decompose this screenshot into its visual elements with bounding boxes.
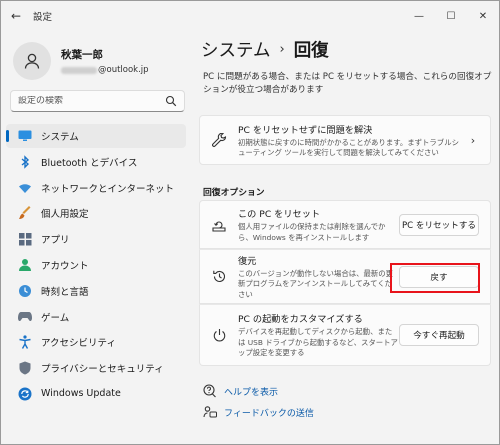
card-title: 復元 xyxy=(238,255,257,267)
back-button[interactable]: ← xyxy=(1,1,31,31)
sidebar-item-label: アプリ xyxy=(41,235,70,247)
sidebar-item-windows-update[interactable]: Windows Update xyxy=(6,382,186,406)
restore-icon xyxy=(210,268,228,286)
sidebar-item-bluetooth[interactable]: Bluetooth とデバイス xyxy=(6,150,186,174)
send-feedback-link[interactable]: フィードバックの送信 xyxy=(203,405,314,419)
minimize-button[interactable]: — xyxy=(403,1,435,31)
card-description: 個人用ファイルの保持または削除を選んでから、Windows を再インストールしま… xyxy=(238,222,386,242)
card-title: PC をリセットせずに問題を解決 xyxy=(238,124,373,136)
app-title: 設定 xyxy=(33,12,53,23)
card-description: 初期状態に戻すのに時間がかかることがあります。まずトラブルシューティング ツール… xyxy=(238,137,459,158)
reset-pc-button[interactable]: PC をリセットする xyxy=(399,213,479,236)
profile[interactable]: 秋葉一郎 @outlook.jp xyxy=(13,39,188,83)
time-language-icon xyxy=(18,284,32,298)
sidebar-item-time-language[interactable]: 時刻と言語 xyxy=(6,279,186,303)
restart-now-button[interactable]: 今すぐ再起動 xyxy=(399,324,479,346)
reset-pc-card: この PC をリセット 個人用ファイルの保持または削除を選んでから、Window… xyxy=(199,200,491,249)
system-icon xyxy=(18,129,32,143)
sidebar-item-label: アクセシビリティ xyxy=(41,338,116,350)
avatar xyxy=(13,42,51,80)
shield-icon xyxy=(18,361,32,375)
close-button[interactable]: ✕ xyxy=(467,1,499,31)
sidebar-item-label: アカウント xyxy=(41,260,89,272)
update-icon xyxy=(18,387,32,401)
back-arrow-icon: ← xyxy=(10,9,22,23)
email-domain: @outlook.jp xyxy=(98,65,149,75)
section-heading: 回復オプション xyxy=(203,188,265,198)
sidebar-item-label: ネットワークとインターネット xyxy=(41,183,175,195)
sidebar-item-network[interactable]: ネットワークとインターネット xyxy=(6,176,186,200)
sidebar-item-personalization[interactable]: 個人用設定 xyxy=(6,201,186,225)
account-icon xyxy=(18,258,32,272)
title-bar: ← 設定 — ☐ ✕ xyxy=(1,1,499,31)
maximize-button[interactable]: ☐ xyxy=(435,1,467,31)
breadcrumb-parent[interactable]: システム xyxy=(201,37,270,62)
sidebar-item-accessibility[interactable]: アクセシビリティ xyxy=(6,330,186,354)
user-icon xyxy=(24,53,40,69)
profile-name: 秋葉一郎 xyxy=(61,49,103,61)
breadcrumb-separator: › xyxy=(279,42,285,57)
sidebar-item-accounts[interactable]: アカウント xyxy=(6,253,186,277)
search-box[interactable] xyxy=(10,90,185,112)
sidebar-item-gaming[interactable]: ゲーム xyxy=(6,305,186,329)
troubleshoot-card[interactable]: PC をリセットせずに問題を解決 初期状態に戻すのに時間がかかることがあります。… xyxy=(199,115,491,165)
sidebar-item-label: ゲーム xyxy=(41,312,70,324)
breadcrumb: システム › 回復 xyxy=(201,37,329,62)
sidebar-nav: システム Bluetooth とデバイス ネットワークとインターネット 個人用設… xyxy=(6,124,186,408)
chevron-right-icon: › xyxy=(470,133,476,147)
brush-icon xyxy=(18,206,32,220)
sidebar-item-label: 時刻と言語 xyxy=(41,286,89,298)
wifi-icon xyxy=(18,181,32,195)
window-controls: — ☐ ✕ xyxy=(403,1,499,31)
help-icon xyxy=(203,384,217,398)
page-title: 回復 xyxy=(293,41,329,61)
sidebar-item-label: プライバシーとセキュリティ xyxy=(41,364,164,376)
search-icon xyxy=(165,95,177,107)
advanced-startup-card: PC の起動をカスタマイズする デバイスを再起動してディスクから起動、または U… xyxy=(199,305,491,366)
bluetooth-icon xyxy=(18,155,32,169)
card-title: この PC をリセット xyxy=(238,209,321,220)
main-content: システム › 回復 PC に問題がある場合、または PC をリセットする場合、こ… xyxy=(191,31,499,444)
profile-email: @outlook.jp xyxy=(61,65,149,75)
page-intro: PC に問題がある場合、または PC をリセットする場合、これらの回復オプション… xyxy=(203,72,492,95)
card-description: デバイスを再起動してディスクから起動、または USB ドライブから起動するなど、… xyxy=(238,327,398,358)
sidebar-item-apps[interactable]: アプリ xyxy=(6,227,186,251)
email-redaction xyxy=(61,66,97,74)
search-input[interactable] xyxy=(18,96,165,106)
accessibility-icon xyxy=(18,335,32,350)
apps-icon xyxy=(18,232,32,246)
sidebar: 秋葉一郎 @outlook.jp システム xyxy=(1,31,191,444)
settings-window: ← 設定 — ☐ ✕ 秋葉一郎 @outlook.jp 設定の検索 システム B… xyxy=(0,0,500,445)
sidebar-item-label: システム xyxy=(41,132,79,143)
feedback-icon xyxy=(203,405,217,419)
sidebar-item-label: Windows Update xyxy=(41,388,121,400)
sidebar-item-system[interactable]: システム xyxy=(6,124,186,148)
power-icon xyxy=(210,326,228,344)
game-icon xyxy=(18,310,32,324)
card-title: PC の起動をカスタマイズする xyxy=(238,314,363,326)
get-help-link[interactable]: ヘルプを表示 xyxy=(203,384,278,398)
wrench-icon xyxy=(210,131,228,149)
link-label: フィードバックの送信 xyxy=(224,408,314,419)
reset-pc-icon xyxy=(210,216,228,234)
card-description: このバージョンが動作しない場合は、最新の更新プログラムをアンインストールしてみて… xyxy=(238,268,394,299)
annotation-highlight xyxy=(390,263,480,293)
sidebar-item-label: Bluetooth とデバイス xyxy=(41,157,138,169)
sidebar-item-privacy[interactable]: プライバシーとセキュリティ xyxy=(6,356,186,380)
sidebar-item-label: 個人用設定 xyxy=(41,209,89,221)
link-label: ヘルプを表示 xyxy=(224,387,279,398)
